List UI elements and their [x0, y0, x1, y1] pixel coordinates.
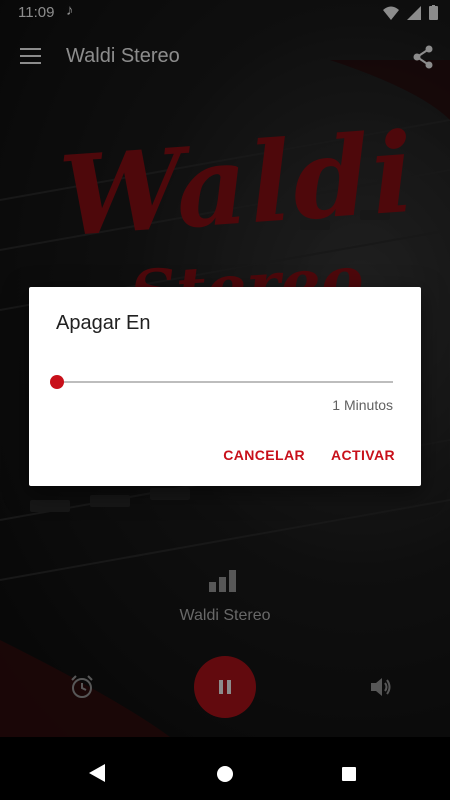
slider-track[interactable] — [57, 381, 393, 383]
navigation-bar — [0, 737, 450, 800]
home-icon[interactable] — [217, 766, 233, 782]
activate-button[interactable]: ACTIVAR — [331, 447, 395, 463]
dialog-title: Apagar En — [56, 312, 151, 334]
recents-icon[interactable] — [342, 767, 356, 781]
slider-thumb[interactable] — [50, 375, 64, 389]
minutes-slider[interactable] — [50, 373, 393, 391]
dialog-actions: CANCELAR ACTIVAR — [223, 447, 395, 463]
back-icon[interactable] — [89, 764, 105, 782]
sleep-timer-dialog: Apagar En 1 Minutos CANCELAR ACTIVAR — [29, 287, 421, 486]
minutes-value: 1 Minutos — [332, 397, 393, 413]
cancel-button[interactable]: CANCELAR — [223, 447, 305, 463]
